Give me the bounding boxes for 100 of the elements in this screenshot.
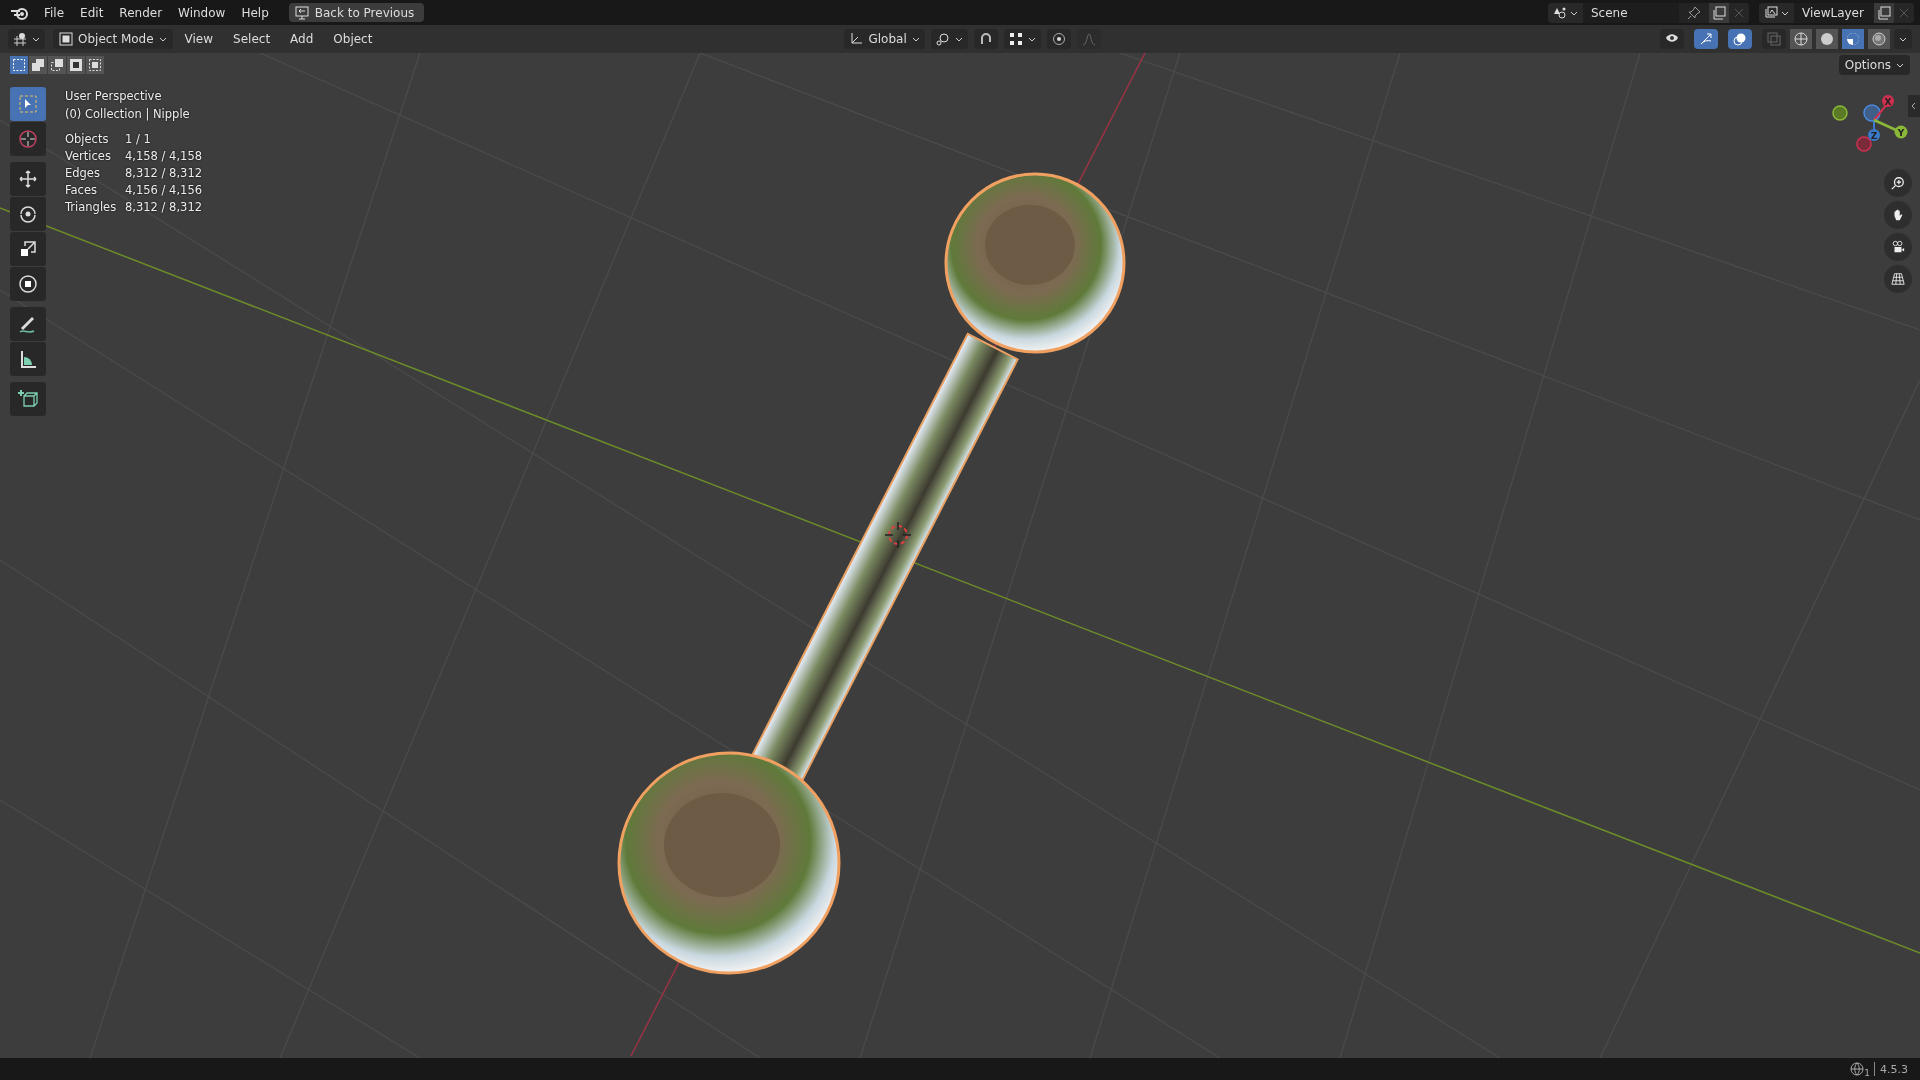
snap-toggle[interactable] — [973, 29, 998, 49]
scene-selector-button[interactable] — [1548, 2, 1583, 23]
object-mode-dropdown[interactable]: Object Mode — [53, 29, 173, 49]
image-stack-icon — [1764, 5, 1778, 20]
stat-value: 8,312 / 8,312 — [125, 199, 203, 216]
wire-sphere-icon — [1794, 32, 1808, 46]
chevron-down-icon — [1896, 61, 1904, 69]
proportional-editing-toggle[interactable] — [1046, 29, 1071, 49]
selection-mode-icon — [88, 58, 102, 72]
barbell-drawing[interactable] — [617, 172, 1126, 975]
chevron-down-icon — [1027, 35, 1036, 43]
scale-tool-button[interactable] — [10, 232, 46, 266]
stat-label: Edges — [65, 165, 101, 182]
copy-icon — [1712, 5, 1726, 20]
chevron-down-icon — [32, 35, 40, 43]
stat-value: 1 / 1 — [125, 131, 152, 148]
negative-y-axis-handle[interactable] — [1832, 105, 1848, 121]
pivot-point-dropdown[interactable] — [930, 29, 968, 49]
menu-item[interactable]: Select — [225, 32, 279, 46]
perspective-toggle-button[interactable] — [1884, 265, 1912, 293]
wireframe-shading-button[interactable] — [1790, 29, 1812, 49]
chevron-left-icon — [1910, 102, 1918, 110]
xray-toggle[interactable] — [1762, 29, 1786, 49]
selection-mode-button[interactable] — [86, 56, 104, 74]
axes-icon — [849, 32, 864, 46]
view-layer-name-field[interactable]: ViewLayer — [1794, 2, 1874, 23]
view-name-label: User Perspective — [65, 88, 163, 105]
visibility-toggle[interactable] — [1660, 29, 1684, 49]
square-icon — [59, 32, 73, 46]
camera-view-button[interactable] — [1884, 233, 1912, 261]
3d-cursor-icon — [884, 521, 912, 549]
negative-x-axis-handle[interactable] — [1856, 136, 1872, 152]
menu-item[interactable]: Object — [325, 32, 381, 46]
scene-count-label: 1 — [1864, 1068, 1870, 1078]
overlapping-circles-icon — [1733, 32, 1747, 46]
material-shading-button[interactable] — [1842, 29, 1864, 49]
measure-tool-button[interactable] — [10, 342, 46, 376]
scene-name-field[interactable]: Scene — [1583, 2, 1679, 23]
new-view-layer-button[interactable] — [1874, 2, 1894, 23]
selection-mode-icon — [50, 58, 64, 72]
editor-type-button[interactable] — [8, 29, 45, 49]
back-to-previous-button[interactable]: Back to Previous — [288, 3, 425, 22]
chevron-down-icon — [1899, 35, 1907, 43]
menu-item[interactable]: File — [36, 5, 73, 20]
gizmos-toggle[interactable] — [1694, 29, 1718, 49]
selection-mode-button[interactable] — [29, 56, 47, 74]
move-tool-button[interactable] — [10, 162, 46, 196]
pivot-icon — [935, 32, 950, 46]
chevron-down-icon — [954, 35, 963, 43]
stat-label: Objects — [65, 131, 110, 148]
stat-value: 4,158 / 4,158 — [125, 148, 203, 165]
new-scene-button[interactable] — [1709, 2, 1729, 23]
selection-mode-button[interactable] — [67, 56, 85, 74]
monitor-back-icon — [294, 5, 309, 20]
solid-shading-button[interactable] — [1816, 29, 1838, 49]
stat-value: 4,156 / 4,156 — [125, 182, 203, 199]
annotate-tool-button[interactable] — [10, 307, 46, 341]
menu-item[interactable]: Render — [111, 5, 171, 20]
selection-mode-button[interactable] — [10, 56, 28, 74]
options-dropdown[interactable]: Options — [1838, 55, 1910, 75]
version-label: 4.5.3 — [1880, 1062, 1908, 1076]
magnet-icon — [978, 32, 993, 46]
stat-label: Triangles — [65, 199, 118, 216]
grid-icon — [1891, 272, 1905, 286]
overlays-toggle[interactable] — [1728, 29, 1752, 49]
snap-target-dropdown[interactable] — [1003, 29, 1041, 49]
cursor-tool-button[interactable] — [10, 122, 46, 156]
menu-item[interactable]: Add — [282, 32, 322, 46]
chevron-down-icon — [911, 35, 920, 43]
orientation-dropdown[interactable]: Global — [844, 29, 925, 49]
pan-button[interactable] — [1884, 201, 1912, 229]
pin-icon[interactable] — [1687, 5, 1701, 20]
target-circle-icon — [1051, 32, 1066, 46]
menu-item[interactable]: Edit — [72, 5, 112, 20]
selection-mode-button[interactable] — [48, 56, 66, 74]
magnifier-plus-icon — [1891, 176, 1905, 190]
stat-label: Faces — [65, 182, 98, 199]
menu-item[interactable]: Help — [233, 5, 277, 20]
selection-mode-icon — [12, 58, 26, 72]
scene-icon — [1553, 5, 1567, 20]
selection-mode-icon — [69, 58, 83, 72]
zoom-button[interactable] — [1884, 169, 1912, 197]
add-cube-tool-button[interactable] — [10, 382, 46, 416]
stat-label: Vertices — [65, 148, 112, 165]
arrow-arc-icon — [1699, 32, 1713, 46]
transform-tool-button[interactable] — [10, 267, 46, 301]
negative-z-axis-handle[interactable] — [1863, 104, 1881, 122]
menu-item[interactable]: Window — [170, 5, 234, 20]
solid-sphere-icon — [1820, 32, 1834, 46]
copy-icon — [1877, 5, 1891, 20]
selection-mode-icon — [31, 58, 45, 72]
select-tool-icon — [16, 92, 40, 116]
menu-item[interactable]: View — [176, 32, 222, 46]
cursor-tool-icon — [16, 127, 40, 151]
globe-icon — [1850, 1062, 1865, 1076]
dots-icon — [1008, 32, 1023, 46]
view-layer-selector-button[interactable] — [1759, 2, 1794, 23]
rendered-shading-button[interactable] — [1868, 29, 1890, 49]
sidebar-expand-button[interactable] — [1908, 95, 1920, 117]
rotate-tool-button[interactable] — [10, 197, 46, 231]
